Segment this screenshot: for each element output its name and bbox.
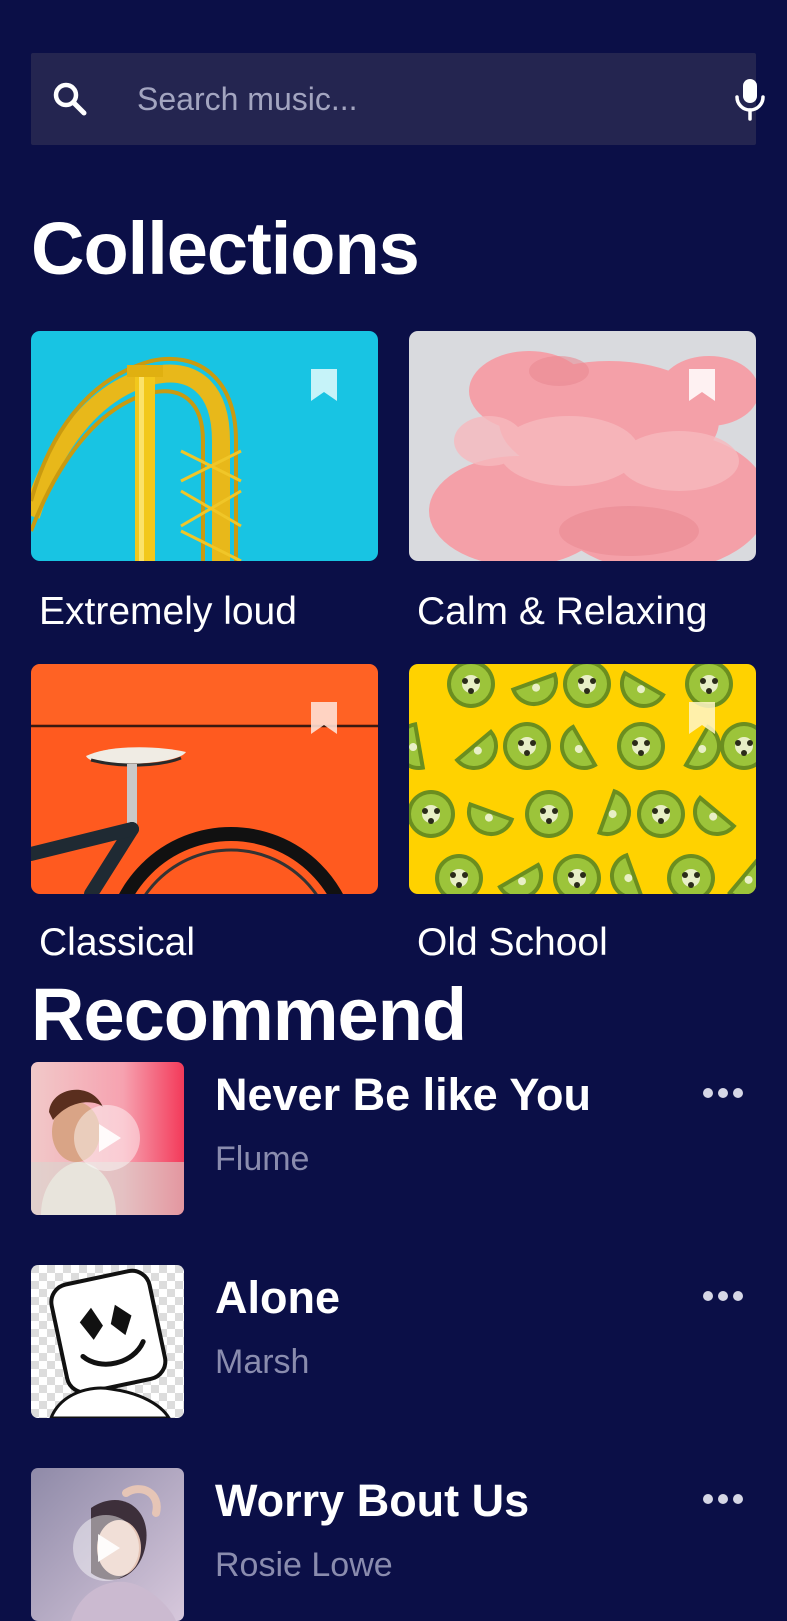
collection-label: Extremely loud bbox=[39, 590, 297, 633]
collection-label: Old School bbox=[417, 921, 608, 964]
collection-label: Calm & Relaxing bbox=[417, 590, 708, 633]
song-artist: Flume bbox=[215, 1140, 310, 1178]
album-art[interactable] bbox=[31, 1265, 184, 1418]
album-art-image bbox=[31, 1265, 184, 1418]
song-title: Never Be like You bbox=[215, 1069, 592, 1120]
song-row[interactable]: Never Be like You Flume bbox=[31, 1062, 756, 1215]
collections-heading: Collections bbox=[31, 207, 420, 290]
collection-card-extremely-loud[interactable] bbox=[31, 331, 378, 561]
album-art-image bbox=[31, 1062, 184, 1215]
pink-smoke-image bbox=[409, 331, 756, 561]
search-input[interactable] bbox=[137, 75, 697, 123]
song-title: Alone bbox=[215, 1272, 341, 1323]
album-art-image bbox=[31, 1468, 184, 1621]
bookmark-icon[interactable] bbox=[687, 367, 717, 403]
collection-label: Classical bbox=[39, 921, 196, 964]
microphone-icon[interactable] bbox=[731, 77, 769, 121]
collection-card-classical[interactable] bbox=[31, 664, 378, 894]
collection-card-old-school[interactable] bbox=[409, 664, 756, 894]
collection-card-calm-relaxing[interactable] bbox=[409, 331, 756, 561]
song-artist: Marsh bbox=[215, 1343, 310, 1381]
roller-coaster-image bbox=[31, 331, 378, 561]
song-title: Worry Bout Us bbox=[215, 1475, 530, 1526]
more-options-icon[interactable] bbox=[701, 1080, 745, 1106]
more-options-icon[interactable] bbox=[701, 1283, 745, 1309]
bookmark-icon[interactable] bbox=[687, 700, 717, 736]
search-bar[interactable] bbox=[31, 53, 765, 145]
song-row[interactable]: Alone Marsh bbox=[31, 1265, 756, 1418]
bookmark-icon[interactable] bbox=[309, 700, 339, 736]
song-artist: Rosie Lowe bbox=[215, 1546, 393, 1584]
album-art[interactable] bbox=[31, 1062, 184, 1215]
song-row[interactable]: Worry Bout Us Rosie Lowe bbox=[31, 1468, 756, 1621]
bicycle-image bbox=[31, 664, 378, 894]
more-options-icon[interactable] bbox=[701, 1486, 745, 1512]
recommend-heading: Recommend bbox=[31, 973, 467, 1056]
bookmark-icon[interactable] bbox=[309, 367, 339, 403]
album-art[interactable] bbox=[31, 1468, 184, 1621]
kiwi-pattern-image bbox=[409, 664, 756, 894]
search-icon[interactable] bbox=[51, 80, 89, 118]
